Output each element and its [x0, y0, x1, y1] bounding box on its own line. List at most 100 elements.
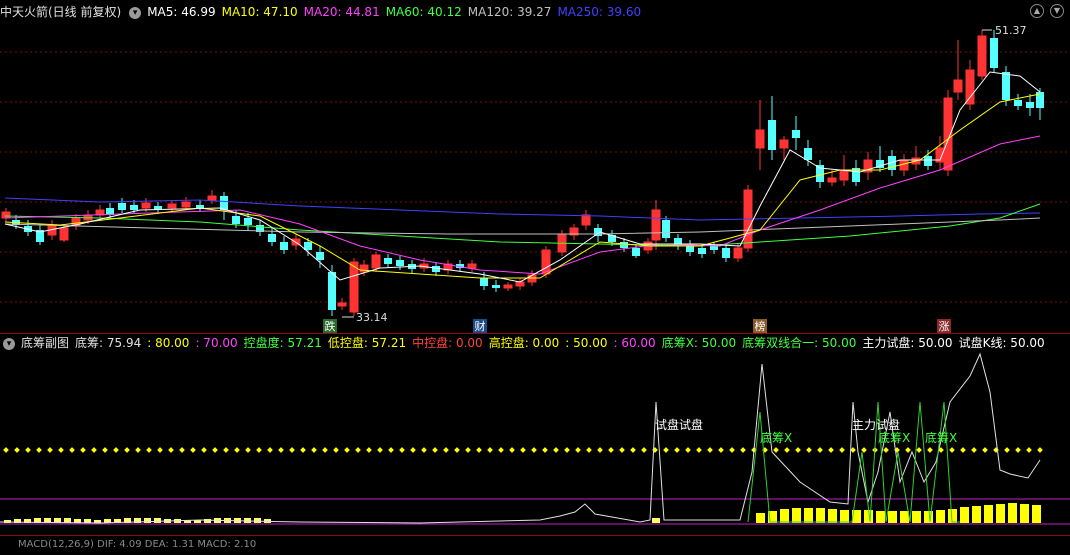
dot-marker: [619, 447, 625, 453]
candle: [686, 240, 694, 256]
price-chart[interactable]: 51.37 33.14 跌 财 榜 涨: [0, 20, 1070, 334]
indicator-chart[interactable]: 试盘试盘 底筹X 主力试盘 底筹X 底筹X: [0, 352, 1070, 538]
candle: [515, 278, 525, 290]
candle: [674, 234, 682, 250]
indicator-bar: [936, 510, 945, 523]
candle: [911, 146, 921, 170]
dot-marker: [124, 447, 130, 453]
ma-legend-item-3: MA60: 40.12: [385, 5, 462, 19]
candle: [467, 260, 477, 272]
dot-marker: [949, 447, 955, 453]
sub-legend-item-9: 底筹X: 50.00: [661, 336, 737, 350]
candle: [337, 298, 347, 310]
sub-legend-item-10: 底筹双线合一: 50.00: [742, 336, 857, 350]
candle: [792, 116, 800, 150]
sub-legend: ▾ 底筹副图 底筹: 75.94: 80.00: 70.00 控盘度: 57.21 低控…: [0, 333, 1057, 353]
ma-line: [4, 135, 1041, 275]
dot-marker: [982, 447, 988, 453]
dot-marker: [344, 447, 350, 453]
dot-marker: [311, 447, 317, 453]
dot-marker: [333, 447, 339, 453]
candle: [662, 216, 670, 242]
candle: [280, 236, 288, 254]
high-price-label: 51.37: [995, 24, 1027, 37]
candle: [953, 40, 963, 100]
dot-marker: [300, 447, 306, 453]
candle: [876, 146, 884, 172]
dot-marker: [289, 447, 295, 453]
indicator-bar: [984, 505, 993, 523]
candle: [1, 208, 11, 222]
annotation-dichou1: 底筹X: [760, 430, 792, 445]
annotation-try1: 试盘试盘: [655, 417, 703, 432]
candle: [167, 200, 177, 212]
dot-marker: [663, 447, 669, 453]
indicator-bar: [154, 518, 161, 523]
dot-marker: [553, 447, 559, 453]
annotation-try2: 主力试盘: [852, 417, 900, 432]
candle: [581, 210, 591, 230]
candle: [181, 197, 191, 210]
indicator-bar: [960, 507, 969, 523]
dot-marker: [542, 447, 548, 453]
candle: [651, 200, 661, 250]
sub-legend-item-12: 试盘K线: 50.00: [958, 336, 1045, 350]
event-marker-text: 榜: [755, 319, 766, 333]
dot-marker: [322, 447, 328, 453]
dot-marker: [718, 447, 724, 453]
candle: [492, 280, 500, 292]
dot-marker: [817, 447, 823, 453]
candle: [106, 203, 114, 218]
indicator-bar: [924, 511, 933, 523]
dot-marker: [905, 447, 911, 453]
annotation-dichou3: 底筹X: [925, 430, 957, 445]
dot-marker: [421, 447, 427, 453]
dot-marker: [69, 447, 75, 453]
dot-marker: [3, 447, 9, 453]
dot-marker: [25, 447, 31, 453]
candle: [1026, 94, 1034, 116]
sub-legend-item-5: 中控盘: 0.00: [412, 336, 483, 350]
dot-marker: [201, 447, 207, 453]
indicator-bar: [204, 519, 211, 523]
candle: [755, 100, 765, 170]
annotations: 试盘试盘 底筹X 主力试盘 底筹X 底筹X: [655, 417, 957, 445]
candle: [443, 260, 453, 274]
expand-down-icon[interactable]: ▼: [1050, 4, 1064, 18]
dot-marker: [597, 447, 603, 453]
dot-marker: [696, 447, 702, 453]
dot-marker: [520, 447, 526, 453]
sub-legend-item-1: : 80.00: [147, 336, 190, 350]
collapse-up-icon[interactable]: ▲: [1030, 4, 1044, 18]
event-marker: 财: [473, 319, 487, 333]
indicator-bar: [876, 511, 885, 523]
sub-legend-item-11: 主力试盘: 50.00: [862, 336, 953, 350]
indicator-bar: [816, 508, 825, 523]
collapse-icon[interactable]: ▾: [3, 337, 15, 350]
candle: [733, 244, 743, 262]
candle: [384, 254, 392, 268]
dot-marker: [377, 447, 383, 453]
sub-legend-item-2: : 70.00: [195, 336, 238, 350]
candle: [965, 60, 975, 110]
collapse-icon[interactable]: ▾: [129, 6, 142, 19]
dotted-line-80: [3, 447, 1043, 453]
dot-marker: [135, 447, 141, 453]
indicator-bar: [1008, 503, 1017, 523]
moving-averages: [4, 71, 1041, 283]
candle: [71, 214, 81, 230]
dot-marker: [91, 447, 97, 453]
candle: [632, 244, 640, 258]
dot-marker: [267, 447, 273, 453]
dot-marker: [102, 447, 108, 453]
dot-marker: [234, 447, 240, 453]
candle: [768, 96, 776, 160]
indicator-bar: [900, 511, 909, 523]
dot-marker: [146, 447, 152, 453]
ma-legend-item-1: MA10: 47.10: [221, 5, 298, 19]
sub-title: 底筹副图: [21, 336, 70, 350]
candle: [24, 220, 32, 236]
dot-marker: [47, 447, 53, 453]
candle: [977, 30, 987, 80]
bottom-legend: MACD(12,26,9) DIF: 4.09 DEA: 1.31 MACD: …: [0, 535, 262, 555]
